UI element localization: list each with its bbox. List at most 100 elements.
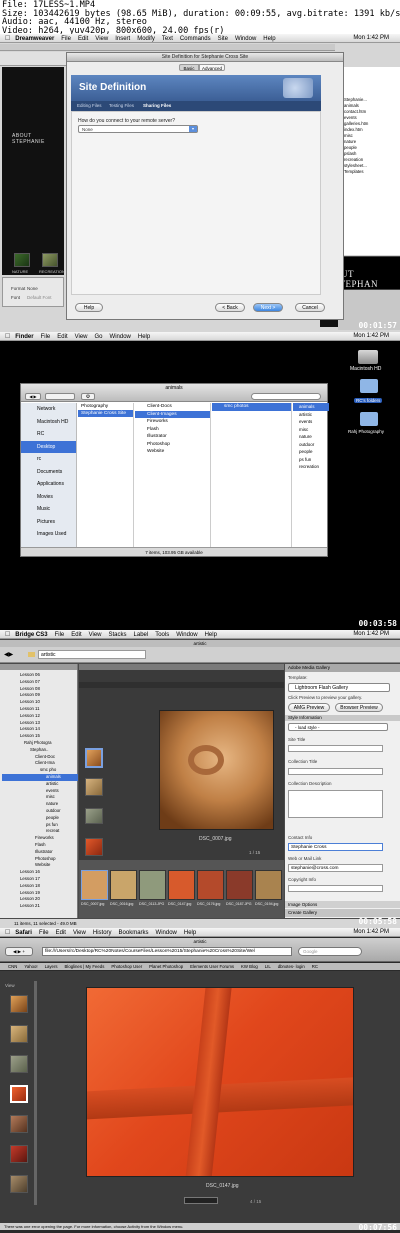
apple-icon[interactable]:  <box>5 35 10 42</box>
tree-item[interactable]: nature <box>2 801 78 808</box>
column-item[interactable]: outdoor <box>293 441 329 449</box>
tree-item[interactable]: Lesson 15 <box>2 733 78 740</box>
back-button[interactable]: < Back <box>215 303 245 312</box>
column-item[interactable]: animals <box>293 403 329 411</box>
menu-modify[interactable]: Modify <box>137 36 155 42</box>
tab-advanced[interactable]: Advanced <box>199 64 225 71</box>
tree-item[interactable]: Lesson 13 <box>2 720 78 727</box>
tree-item[interactable]: Lesson 17 <box>2 876 78 883</box>
tree-item[interactable]: recreat <box>2 828 78 835</box>
film-thumb[interactable]: DSC_0147.jpg <box>168 870 195 914</box>
menu-window[interactable]: Window <box>156 930 177 936</box>
apple-icon[interactable]:  <box>5 631 10 638</box>
tree-item[interactable]: events <box>2 788 78 795</box>
thumb-3[interactable] <box>10 1085 28 1103</box>
file-item[interactable]: Templates <box>341 169 399 175</box>
connection-select[interactable]: None ▾ <box>78 125 198 133</box>
tree-item[interactable]: Illustrator <box>2 849 78 856</box>
tree-item[interactable]: smc pho <box>2 767 78 774</box>
collection-desc-field[interactable] <box>288 790 383 818</box>
action-gear-icon[interactable]: ⚙ <box>81 393 95 400</box>
site-title-field[interactable] <box>288 745 383 752</box>
column-item[interactable]: Fireworks <box>135 418 210 426</box>
tree-item[interactable]: Lesson 14 <box>2 726 78 733</box>
menu-view[interactable]: View <box>95 36 108 42</box>
menu-tools[interactable]: Tools <box>155 632 169 638</box>
menu-help[interactable]: Help <box>263 36 275 42</box>
menu-history[interactable]: History <box>93 930 112 936</box>
tab-basic[interactable]: Basic <box>179 64 199 71</box>
sidebar-item[interactable]: Images Used <box>21 528 76 541</box>
menu-edit[interactable]: Edit <box>78 36 88 42</box>
menu-text[interactable]: Text <box>162 36 173 42</box>
address-bar[interactable]: file:///Users/rc/Desktop/RC%20Notes/Cour… <box>42 947 292 956</box>
tree-item[interactable]: ps fun <box>2 822 78 829</box>
sidebar-item[interactable]: Desktop <box>21 440 76 453</box>
apple-icon[interactable]:  <box>5 929 10 936</box>
column-item[interactable]: Stephanie Cross Site <box>78 410 133 417</box>
back-forward-buttons[interactable]: ◀ ▶ <box>25 393 41 400</box>
menu-go[interactable]: Go <box>95 334 103 340</box>
film-thumb[interactable]: DSC_0016.jpg <box>110 870 137 914</box>
menu-edit[interactable]: Edit <box>57 334 67 340</box>
create-gallery-header[interactable]: Create Gallery <box>285 909 400 917</box>
column-item[interactable]: people <box>293 448 329 456</box>
search-field[interactable] <box>251 393 321 400</box>
tree-item[interactable]: Client-Ima <box>2 760 78 767</box>
app-menu[interactable]: Bridge CS3 <box>15 632 47 638</box>
tree-item[interactable]: outdoor <box>2 808 78 815</box>
film-thumb[interactable]: DSC_0194.jpg <box>255 870 282 914</box>
bookmark-item[interactable]: CNN <box>8 964 17 969</box>
browser-preview-button[interactable]: Browser Preview <box>335 703 383 712</box>
column-item[interactable]: Client-Images <box>135 410 210 418</box>
bookmark-item[interactable]: Layers <box>45 964 58 969</box>
gallery-panel-tab[interactable]: Adobe Media Gallery <box>285 664 400 672</box>
column-item[interactable]: Photography <box>78 403 133 410</box>
nav-buttons[interactable]: ◀ ▶ + <box>5 947 33 956</box>
folder-icon[interactable] <box>360 412 378 426</box>
thumb-5[interactable] <box>10 1145 28 1163</box>
thumb-6[interactable] <box>10 1175 28 1193</box>
menu-label[interactable]: Label <box>134 632 149 638</box>
film-thumb[interactable]: DSC_0113.JPG <box>139 870 166 914</box>
column-item[interactable]: misc <box>293 426 329 434</box>
menu-file[interactable]: File <box>61 36 71 42</box>
menu-bookmarks[interactable]: Bookmarks <box>119 930 149 936</box>
menu-window[interactable]: Window <box>110 334 131 340</box>
tree-item[interactable]: Lesson 09 <box>2 692 78 699</box>
thumb-1[interactable] <box>85 778 103 796</box>
bookmark-item[interactable]: dbnotes- login <box>278 964 305 969</box>
scrollbar[interactable] <box>34 981 37 1205</box>
tree-item[interactable]: misc <box>2 794 78 801</box>
column-item[interactable]: smc photos <box>212 403 291 411</box>
thumb-2[interactable] <box>85 808 103 824</box>
tree-item[interactable]: Website <box>2 862 78 869</box>
bookmark-item[interactable]: LIL <box>265 964 271 969</box>
menu-help[interactable]: Help <box>184 930 196 936</box>
tree-item[interactable]: Photoshop <box>2 856 78 863</box>
web-link-field[interactable]: stephanie@cross.com <box>288 864 383 872</box>
bookmark-item[interactable]: Photoshop User <box>111 964 142 969</box>
menu-file[interactable]: File <box>41 334 51 340</box>
menu-edit[interactable]: Edit <box>71 632 81 638</box>
menu-view[interactable]: View <box>75 334 88 340</box>
column-item[interactable]: recreation <box>293 463 329 471</box>
tree-item[interactable]: Lesson 11 <box>2 706 78 713</box>
menu-stacks[interactable]: Stacks <box>109 632 127 638</box>
bookmark-item[interactable]: KW Blog <box>241 964 258 969</box>
bookmark-item[interactable]: Planet Photoshop <box>149 964 183 969</box>
app-menu[interactable]: Safari <box>15 930 32 936</box>
menu-window[interactable]: Window <box>176 632 197 638</box>
thumb-4[interactable] <box>10 1115 28 1133</box>
column-item[interactable]: Photoshop <box>135 441 210 449</box>
tree-item[interactable]: Lesson 19 <box>2 890 78 897</box>
tree-item[interactable]: Flash <box>2 842 78 849</box>
path-field[interactable]: artistic <box>38 650 146 659</box>
column-item[interactable]: nature <box>293 433 329 441</box>
column-item[interactable]: artistic <box>293 411 329 419</box>
tree-item[interactable]: Lesson 07 <box>2 679 78 686</box>
view-buttons[interactable] <box>45 393 75 400</box>
menu-commands[interactable]: Commands <box>180 36 211 42</box>
nav-controls[interactable] <box>184 1197 218 1204</box>
apple-icon[interactable]:  <box>5 333 10 340</box>
